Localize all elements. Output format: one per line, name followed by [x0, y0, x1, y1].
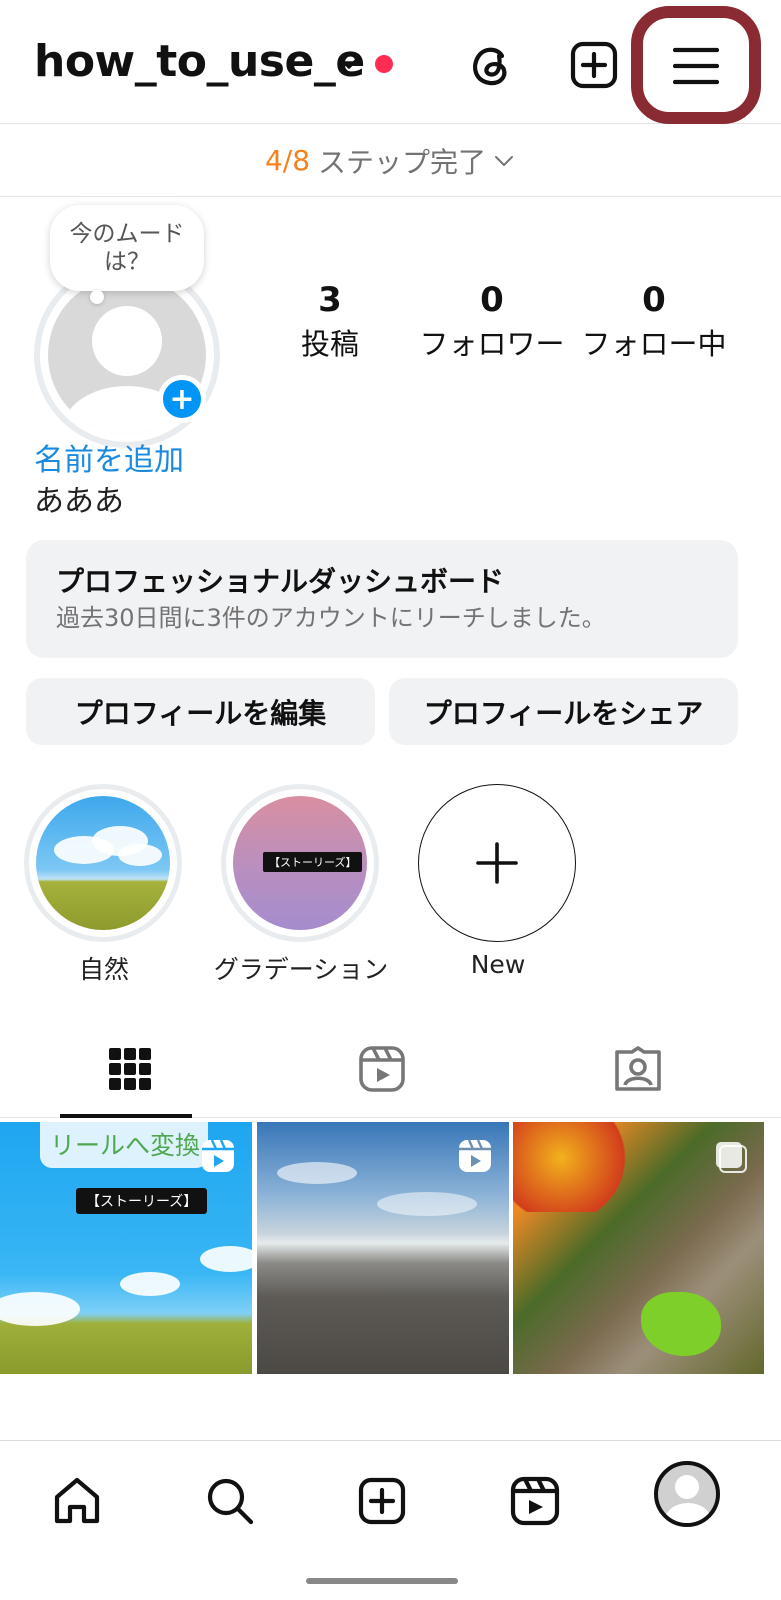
tagged-icon — [615, 1046, 661, 1091]
reel-badge-icon — [459, 1139, 491, 1172]
stat-following[interactable]: 0 フォロー中 — [576, 278, 732, 366]
new-highlight-ring — [418, 784, 576, 942]
home-icon — [54, 1477, 100, 1524]
cloud — [277, 1162, 357, 1184]
highlight-item[interactable]: 【ストーリーズ】 グラデーション — [214, 784, 388, 984]
tab-posts-grid[interactable] — [0, 1020, 260, 1118]
dashboard-subtitle: 過去30日間に3件のアカウントにリーチしました。 — [56, 604, 606, 632]
stat-label: 投稿 — [300, 327, 359, 361]
plus-icon — [476, 842, 518, 884]
new-highlight-button[interactable]: New — [418, 784, 578, 979]
avatar-placeholder-head — [92, 306, 162, 376]
highlight-label: New — [470, 950, 526, 979]
stat-posts[interactable]: 3 投稿 — [282, 278, 378, 366]
highlight-ring — [24, 784, 182, 942]
add-story-button[interactable]: + — [158, 375, 206, 423]
reel-badge-icon — [202, 1139, 234, 1172]
convert-to-reel-label[interactable]: リールへ変換 — [40, 1122, 209, 1168]
menu-icon — [673, 47, 719, 85]
post-thumbnail[interactable]: リールへ変換 【ストーリーズ】 — [0, 1122, 252, 1374]
stat-label: フォロー中 — [581, 327, 727, 361]
cloud — [0, 1292, 80, 1326]
autumn-leaves — [513, 1122, 633, 1212]
cloud — [377, 1192, 477, 1216]
stat-label: フォロワー — [419, 327, 565, 361]
tab-reels[interactable] — [252, 1020, 512, 1118]
moss-patch — [641, 1292, 721, 1356]
highlight-cover: 【ストーリーズ】 — [233, 796, 367, 930]
chevron-down-icon[interactable] — [336, 50, 362, 76]
content-tabs — [0, 1020, 781, 1118]
nav-search[interactable] — [198, 1469, 262, 1533]
mood-bubble-tail — [90, 290, 104, 304]
story-tag: 【ストーリーズ】 — [263, 852, 363, 872]
threads-icon[interactable] — [466, 39, 518, 91]
stat-value: 3 — [318, 280, 342, 320]
tab-tagged[interactable] — [508, 1020, 768, 1118]
post-thumbnail[interactable] — [513, 1122, 764, 1374]
add-name-link[interactable]: 名前を追加 — [34, 435, 184, 479]
highlight-cover — [36, 796, 170, 930]
steps-label: ステップ完了 — [318, 145, 487, 179]
highlight-label: グラデーション — [213, 955, 389, 984]
chevron-down-icon — [495, 155, 514, 166]
create-icon — [358, 1477, 406, 1525]
multi-post-icon — [716, 1142, 747, 1173]
post-thumbnail[interactable] — [257, 1122, 509, 1374]
story-tag: 【ストーリーズ】 — [76, 1188, 208, 1214]
nav-profile-avatar[interactable] — [654, 1461, 720, 1527]
setup-steps-bar[interactable]: 4/8 ステップ完了 — [0, 125, 781, 197]
steps-count: 4/8 — [264, 144, 311, 177]
highlight-item[interactable]: 自然 — [24, 784, 184, 984]
create-icon[interactable] — [568, 39, 620, 91]
username-switcher[interactable]: how_to_use_e — [34, 36, 365, 87]
notification-dot — [375, 55, 393, 73]
nav-reels[interactable] — [503, 1469, 567, 1533]
nav-home[interactable] — [45, 1469, 109, 1533]
reels-icon — [510, 1476, 560, 1526]
grid-icon — [109, 1048, 151, 1090]
stat-value: 0 — [642, 280, 666, 320]
home-indicator[interactable] — [306, 1578, 458, 1584]
active-tab-indicator — [60, 1114, 192, 1118]
nav-create[interactable] — [350, 1469, 414, 1533]
stat-followers[interactable]: 0 フォロワー — [412, 278, 572, 366]
share-profile-button[interactable]: プロフィールをシェア — [389, 678, 738, 745]
bottom-navigation — [0, 1440, 781, 1600]
avatar-placeholder-body — [665, 1503, 711, 1523]
edit-profile-button[interactable]: プロフィールを編集 — [26, 678, 375, 745]
professional-dashboard[interactable]: プロフェッショナルダッシュボード 過去30日間に3件のアカウントにリーチしました… — [26, 540, 738, 658]
highlight-label: 自然 — [78, 955, 129, 984]
cloud — [120, 1272, 180, 1296]
bio-text: あああ — [34, 484, 124, 519]
dashboard-title: プロフェッショナルダッシュボード — [56, 565, 505, 598]
avatar-placeholder-head — [675, 1475, 699, 1499]
search-icon — [207, 1478, 254, 1525]
reels-icon — [359, 1046, 405, 1092]
cloud — [200, 1246, 252, 1272]
stat-value: 0 — [480, 280, 504, 320]
mood-bubble[interactable]: 今のムードは？ — [50, 205, 204, 291]
highlight-ring: 【ストーリーズ】 — [221, 784, 379, 942]
profile-header: how_to_use_e — [0, 0, 781, 124]
cloud — [118, 844, 162, 866]
menu-button[interactable] — [631, 6, 761, 124]
